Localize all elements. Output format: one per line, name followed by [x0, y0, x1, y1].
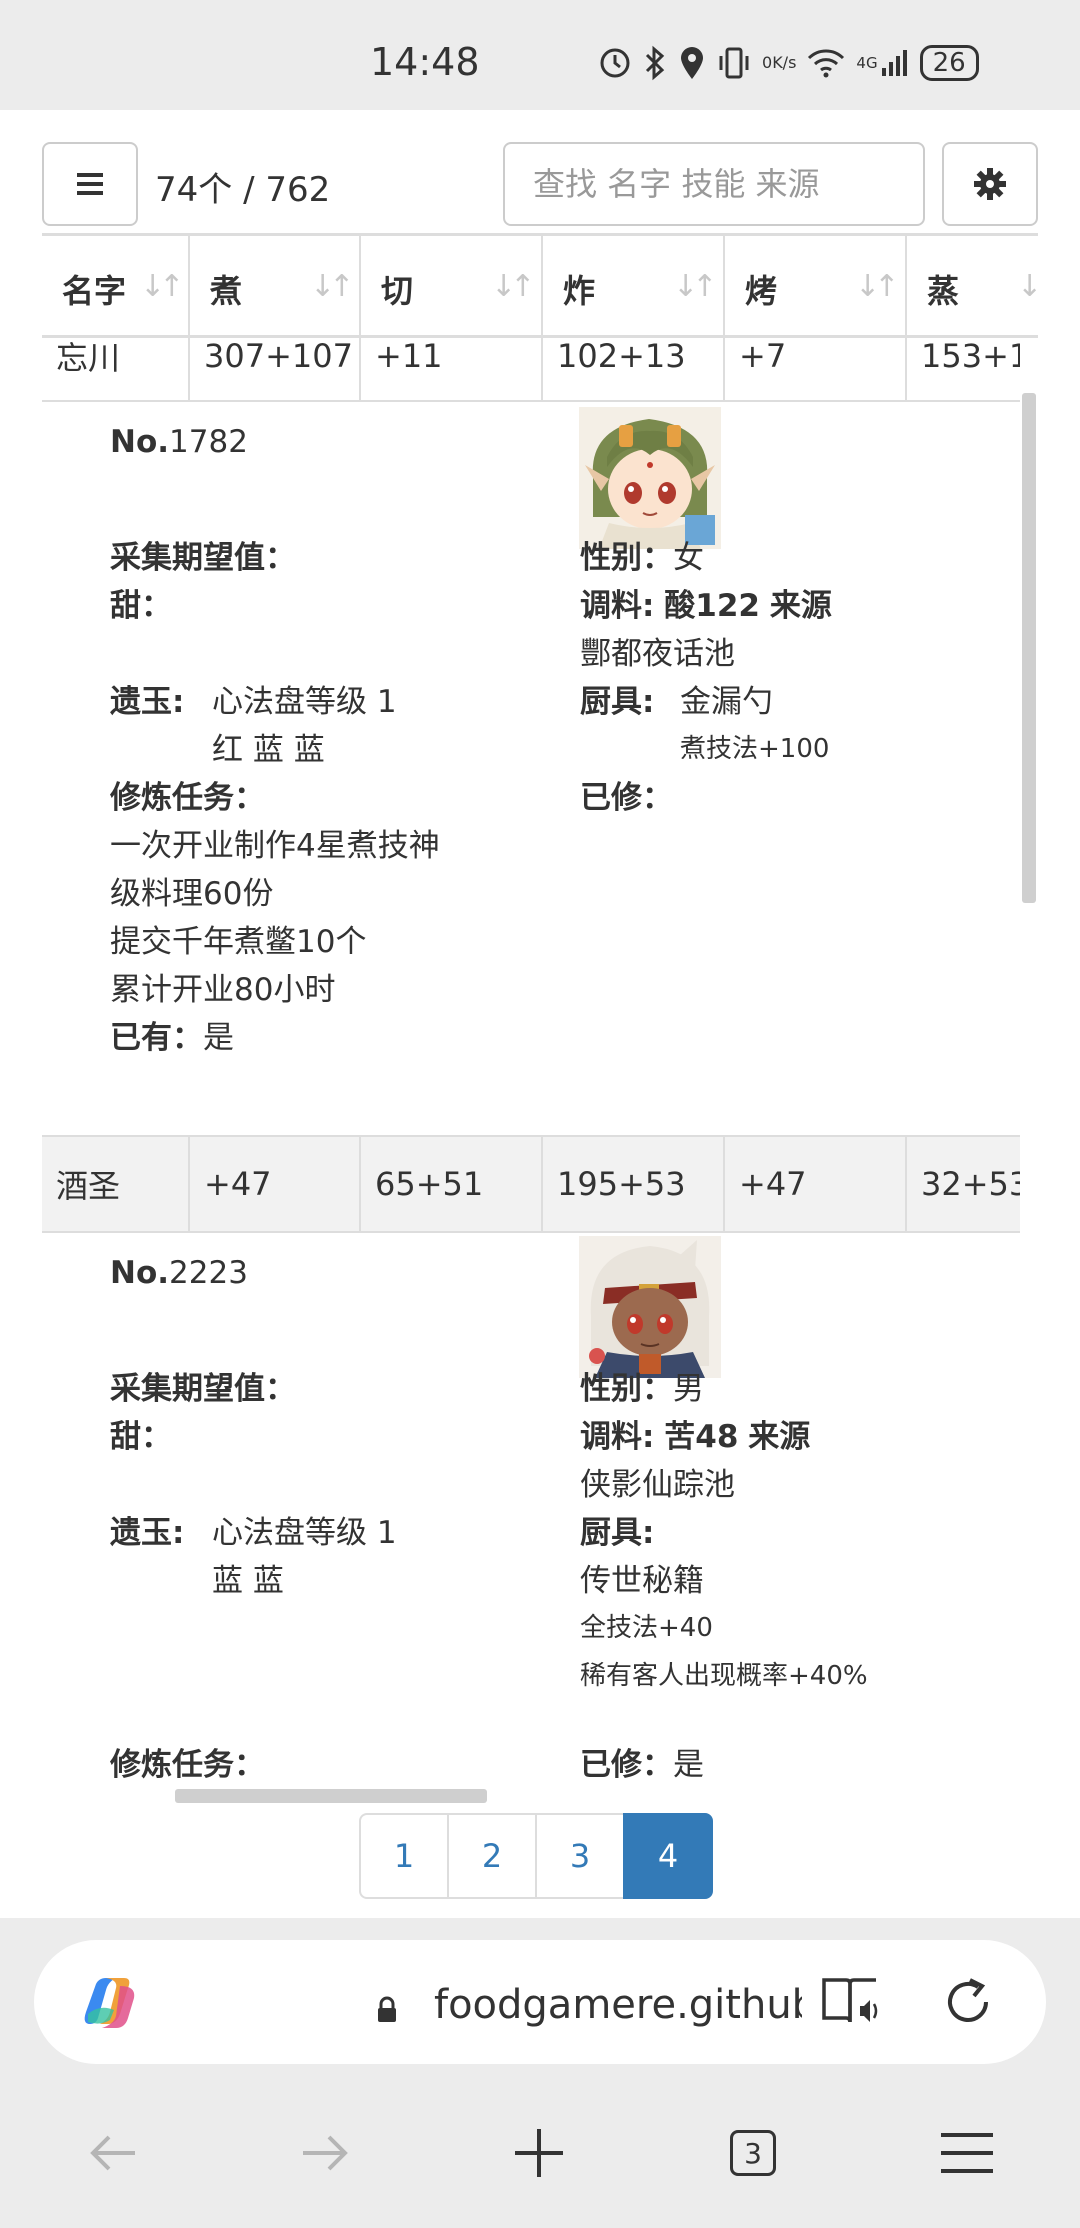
bluetooth-icon [642, 45, 668, 81]
reader-mode-icon[interactable] [820, 1974, 884, 2030]
net-speed: 0 K/s [762, 53, 797, 72]
browser-bar: foodgamere.github.io 3 [0, 1918, 1080, 2228]
header-steam[interactable]: 蒸 ↓↑ [907, 236, 1038, 335]
status-icons: 0 K/s 4G 26 [598, 40, 979, 86]
settings-button[interactable] [942, 142, 1038, 226]
sort-icon: ↓↑ [140, 269, 184, 304]
pagination: 1 2 3 4 [359, 1813, 713, 1899]
search-input[interactable] [503, 142, 925, 226]
chef-number: No.2223 [110, 1255, 248, 1291]
plus-icon [515, 2129, 563, 2177]
table-header: 名字 ↓↑ 煮 ↓↑ 切 ↓↑ 炸 ↓↑ 烤 ↓↑ 蒸 ↓↑ [42, 233, 1038, 338]
sort-icon: ↓↑ [1017, 269, 1038, 304]
gear-icon [974, 168, 1006, 200]
header-name[interactable]: 名字 ↓↑ [42, 236, 190, 335]
vertical-scrollbar[interactable] [1022, 393, 1036, 903]
chef-detail: No.1782 采集期望值： 甜： 遗玉: 心法盘等级 1 红 蓝 蓝 修炼任务… [42, 402, 1020, 1242]
lock-icon [378, 1996, 396, 2022]
page-3-button[interactable]: 3 [535, 1813, 625, 1899]
sort-icon: ↓↑ [673, 269, 717, 304]
arrow-left-icon [90, 2135, 135, 2171]
page-2-button[interactable]: 2 [447, 1813, 537, 1899]
browser-menu-button[interactable] [922, 2108, 1012, 2198]
vibrate-icon [716, 46, 752, 80]
wifi-icon [806, 47, 846, 79]
sort-icon: ↓↑ [491, 269, 535, 304]
chef-detail: No.2223 采集期望值： 甜： 遗玉: 心法盘等级 1 蓝 蓝 修炼任务： … [42, 1233, 1020, 1793]
header-boil[interactable]: 煮 ↓↑ [190, 236, 361, 335]
table-row[interactable]: 酒圣 +47 65+51 195+53 +47 32+53 [42, 1135, 1020, 1233]
sort-icon: ↓↑ [855, 269, 899, 304]
back-button[interactable] [68, 2108, 158, 2198]
hamburger-icon [941, 2133, 993, 2173]
horizontal-scrollbar[interactable] [175, 1789, 487, 1803]
status-bar: 14:48 0 K/s 4G 26 [0, 0, 1080, 110]
hamburger-icon [77, 173, 103, 195]
tabs-button[interactable]: 3 [708, 2108, 798, 2198]
menu-button[interactable] [42, 142, 138, 226]
chef-number: No.1782 [110, 424, 248, 460]
header-cut[interactable]: 切 ↓↑ [361, 236, 543, 335]
address-bar[interactable]: foodgamere.github.io [34, 1940, 1046, 2064]
chef-avatar [579, 407, 721, 549]
battery-indicator: 26 [919, 45, 979, 81]
result-count: 74个 / 762 [155, 170, 331, 210]
reload-icon[interactable] [940, 1974, 996, 2030]
alarm-icon [598, 46, 632, 80]
new-tab-button[interactable] [494, 2108, 584, 2198]
url-text[interactable]: foodgamere.github.io [434, 1982, 802, 2028]
table-row[interactable]: 忘川 307+107 +11 102+13 +7 153+1 [42, 330, 1020, 402]
page-1-button[interactable]: 1 [359, 1813, 449, 1899]
header-fry[interactable]: 炸 ↓↑ [543, 236, 725, 335]
arrow-right-icon [303, 2135, 348, 2171]
location-icon [678, 45, 706, 81]
sort-icon: ↓↑ [310, 269, 354, 304]
page-content: 74个 / 762 名字 ↓↑ 煮 ↓↑ 切 ↓↑ 炸 ↓↑ [0, 110, 1080, 1918]
header-roast[interactable]: 烤 ↓↑ [725, 236, 907, 335]
status-time: 14:48 [370, 40, 480, 84]
forward-button[interactable] [280, 2108, 370, 2198]
browser-nav: 3 [0, 2108, 1080, 2198]
page-4-button[interactable]: 4 [623, 1813, 713, 1899]
chef-avatar [579, 1236, 721, 1378]
copilot-icon[interactable] [80, 1974, 142, 2032]
tab-count: 3 [730, 2130, 776, 2176]
cellular-signal-icon: 4G [856, 48, 909, 78]
